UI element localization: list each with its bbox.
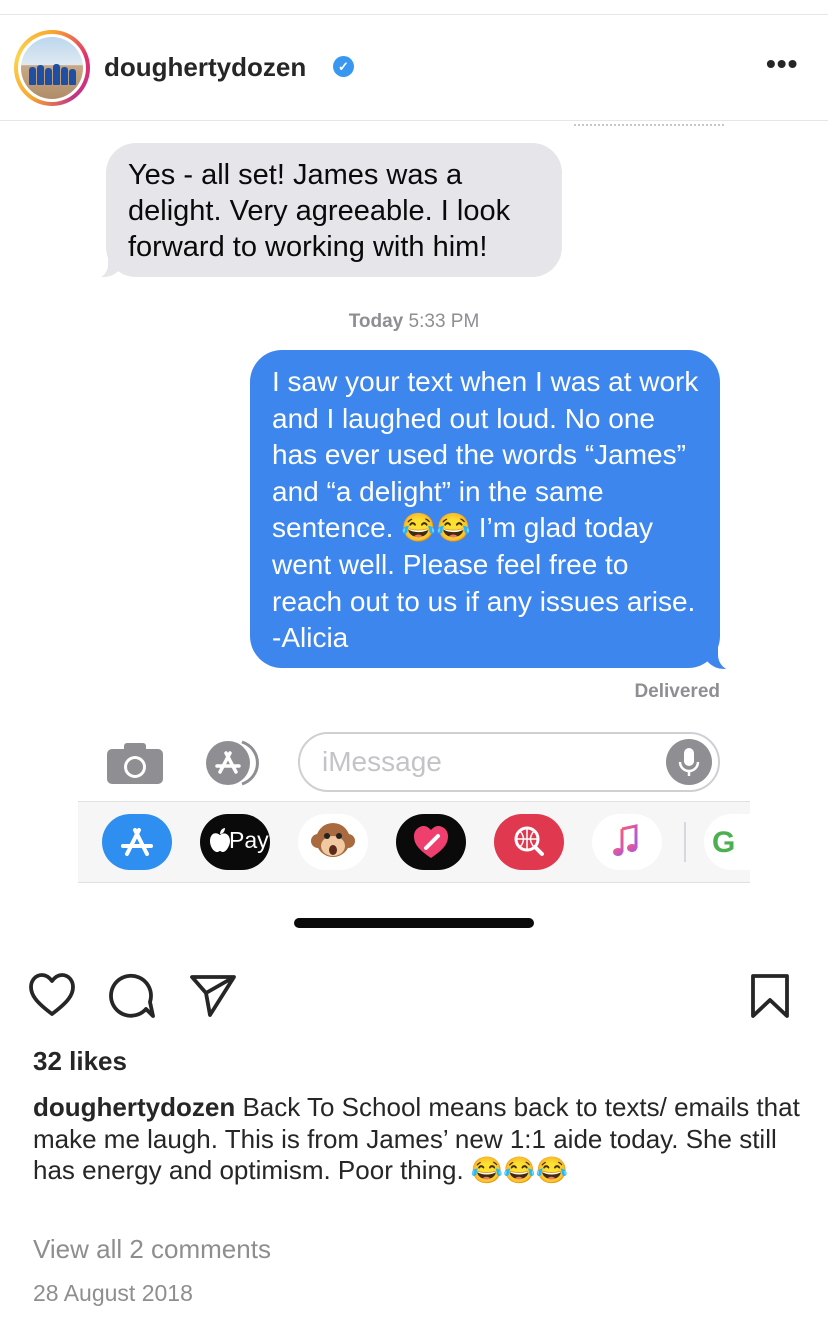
top-divider — [0, 14, 828, 15]
web-search-icon — [494, 814, 564, 870]
post-username[interactable]: doughertydozen — [104, 52, 306, 83]
verified-badge-icon: ✓ — [333, 56, 354, 77]
tray-separator — [684, 822, 686, 862]
message-timestamp: Today 5:33 PM — [0, 311, 828, 333]
avatar[interactable] — [14, 30, 90, 106]
view-comments-link[interactable]: View all 2 comments — [33, 1234, 271, 1265]
g-app-icon: G — [704, 814, 750, 870]
outgoing-message-bubble: I saw your text when I was at work and I… — [250, 350, 720, 668]
bookmark-icon[interactable] — [748, 972, 792, 1025]
mic-icon — [666, 739, 712, 785]
imessage-input: iMessage — [298, 732, 720, 792]
digital-touch-heart-icon — [396, 814, 466, 870]
g-app-label: G — [712, 826, 736, 859]
post-header: doughertydozen ✓ ••• — [0, 28, 828, 108]
apple-pay-label: Pay — [229, 827, 269, 853]
heart-icon[interactable] — [28, 972, 76, 1023]
likes-count[interactable]: 32 likes — [33, 1046, 127, 1077]
app-store-icon — [204, 739, 264, 787]
post-date: 28 August 2018 — [33, 1280, 193, 1306]
camera-icon — [106, 741, 164, 785]
imessage-app-tray: Pay G — [78, 801, 750, 883]
apple-pay-icon: Pay — [200, 814, 270, 870]
post-caption: doughertydozen Back To School means back… — [33, 1092, 803, 1187]
imessage-placeholder: iMessage — [322, 746, 442, 777]
music-icon — [592, 814, 662, 870]
avatar-photo — [21, 37, 83, 99]
incoming-message-bubble: Yes - all set! James was a delight. Very… — [106, 143, 562, 277]
timestamp-day: Today — [348, 311, 404, 332]
cropped-read-receipt — [574, 124, 724, 129]
timestamp-time: 5:33 PM — [408, 311, 480, 332]
post-image[interactable]: Yes - all set! James was a delight. Very… — [0, 121, 828, 960]
home-indicator — [294, 918, 534, 928]
post-actions — [0, 972, 828, 1022]
share-icon[interactable] — [188, 972, 238, 1023]
more-options-icon[interactable]: ••• — [766, 48, 798, 80]
comment-icon[interactable] — [108, 972, 156, 1025]
caption-username[interactable]: doughertydozen — [33, 1092, 235, 1122]
delivered-status: Delivered — [634, 681, 720, 702]
app-store-tray-icon — [102, 814, 172, 870]
monkey-animoji-icon — [298, 814, 368, 870]
